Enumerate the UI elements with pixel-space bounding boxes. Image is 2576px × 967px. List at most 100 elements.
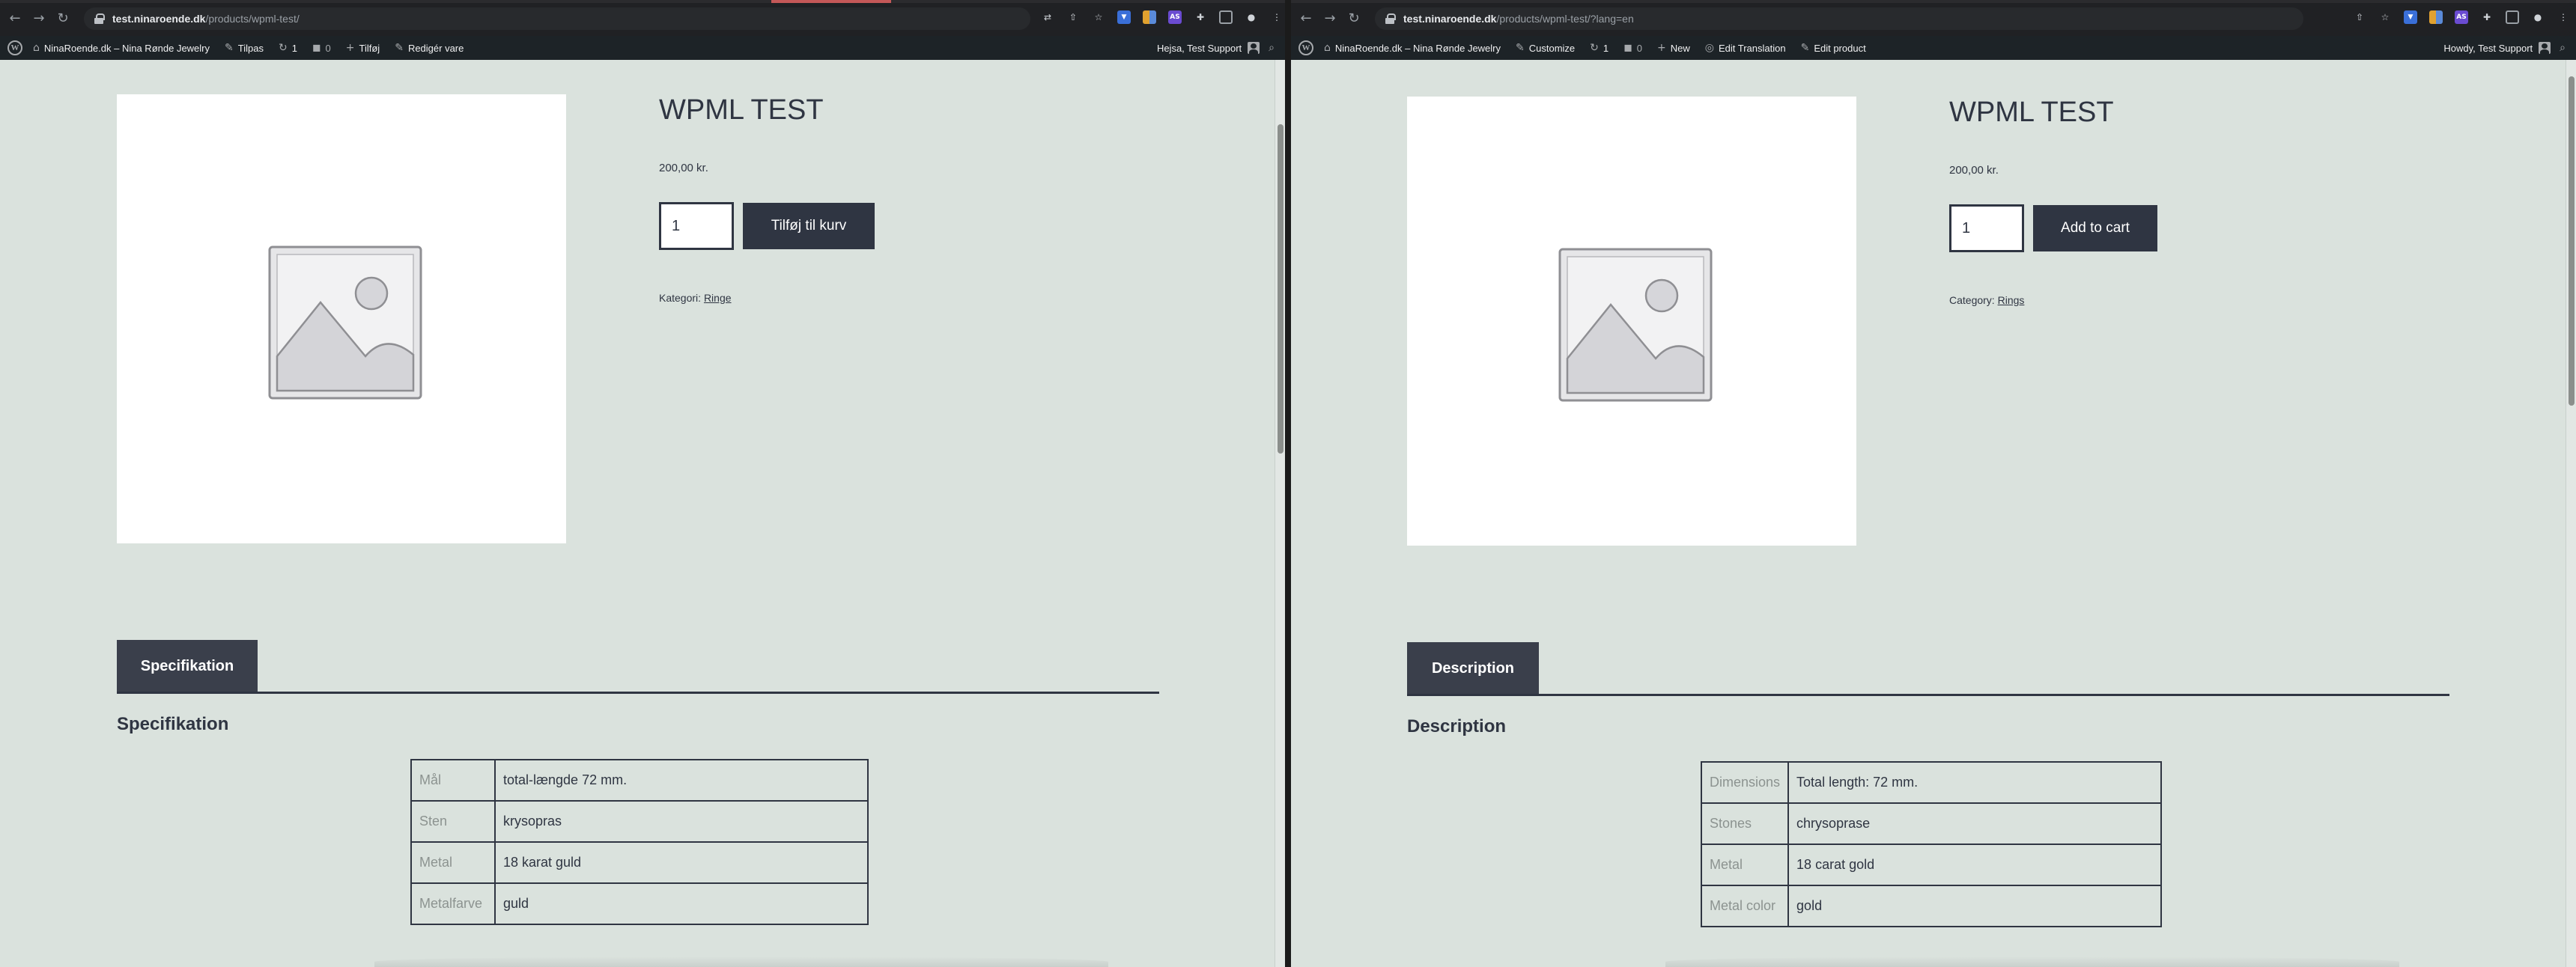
product-price: 200,00 kr. [1949,164,1999,177]
spec-table: Dimensions Total length: 72 mm. Stones chry… [1700,761,2163,927]
split-divider[interactable] [1285,0,1291,967]
forward-icon[interactable]: → [1321,9,1339,27]
updates-count: 1 [291,42,297,54]
spec-key: Sten [410,800,496,843]
product-page: WPML TEST 200,00 kr. Tilføj til kurv Kat… [0,60,1285,967]
share-icon[interactable]: ⇧ [1066,10,1080,24]
translate-icon[interactable]: ⇄ [1041,10,1054,24]
address-bar[interactable]: test.ninaroende.dk /products/wpml-test/?… [1375,7,2303,30]
extensions-puzzle-icon[interactable]: ✚ [2480,10,2494,24]
lock-icon [1385,13,1396,24]
admin-comments[interactable]: ◼ 0 [305,36,338,60]
customize-label: Tilpas [237,42,264,54]
add-to-cart-button[interactable]: Tilføj til kurv [743,203,875,249]
comment-bubble-icon: ◼ [312,42,321,54]
avatar [1248,42,1260,54]
category-link[interactable]: Ringe [704,292,732,304]
admin-customize[interactable]: ✎ Tilpas [217,36,271,60]
spec-key: Metal color [1700,885,1790,927]
admin-updates[interactable]: ↻ 1 [271,36,305,60]
bookmark-star-icon[interactable]: ☆ [2378,10,2392,24]
wp-admin-bar: W ⌂ NinaRoende.dk – Nina Rønde Jewelry ✎ T… [0,36,1285,60]
admin-customize[interactable]: ✎ Customize [1508,36,1582,60]
bookmark-star-icon[interactable]: ☆ [1092,10,1105,24]
spec-row: Sten krysopras [410,800,869,843]
translate-icon: ◎ [1704,42,1714,54]
tab-specification[interactable]: Specifikation [117,640,258,692]
brush-icon: ✎ [225,42,234,54]
comments-count: 0 [1636,42,1642,54]
section-heading: Description [1407,716,1507,736]
admin-new[interactable]: + Tilføj [338,36,387,60]
category-link[interactable]: Rings [1998,294,2025,306]
profile-icon[interactable]: ● [2531,10,2545,24]
wordpress-logo-icon[interactable]: W [7,40,22,55]
kebab-menu-icon[interactable]: ⋮ [2557,10,2570,24]
greeting: Howdy, Test Support [2443,42,2533,54]
spec-key: Dimensions [1700,761,1790,804]
extension-multi-icon[interactable] [1143,10,1156,24]
admin-new[interactable]: + New [1650,36,1698,60]
spec-key: Stones [1700,802,1790,845]
reload-icon[interactable]: ↻ [1345,9,1363,27]
product-page: WPML TEST 200,00 kr. Add to cart Categor… [1291,60,2576,967]
tab-description[interactable]: Description [1407,642,1539,695]
url-host: test.ninaroende.dk [112,13,206,25]
admin-edit[interactable]: ✎ Edit product [1793,36,1874,60]
admin-comments[interactable]: ◼ 0 [1616,36,1650,60]
product-image[interactable] [1407,97,1856,546]
category-label: Category: [1949,294,1995,306]
extension-multi-icon[interactable] [2429,10,2443,24]
tab-strip [1291,0,2576,3]
add-to-cart-button[interactable]: Add to cart [2033,205,2157,251]
refresh-icon: ↻ [278,42,288,54]
extension-as-icon[interactable]: AS [2455,10,2468,24]
spec-row: Mål total-længde 72 mm. [410,759,869,802]
section-heading: Specifikation [117,714,229,734]
extension-shield-icon[interactable]: ▼ [2404,10,2417,24]
edit-label: Edit product [1814,42,1866,54]
home-icon: ⌂ [1324,42,1331,54]
sidepanel-icon[interactable] [2506,10,2519,24]
page-scrollbar[interactable] [2566,60,2576,967]
forward-icon[interactable]: → [30,9,48,27]
tab-strip [0,0,1285,3]
scroll-fade [1665,957,2399,967]
extensions-puzzle-icon[interactable]: ✚ [1194,10,1207,24]
address-bar[interactable]: test.ninaroende.dk /products/wpml-test/ [84,7,1030,30]
new-label: New [1670,42,1690,54]
lock-icon [94,13,105,24]
quantity-input[interactable] [659,202,734,250]
product-title: WPML TEST [659,94,824,126]
admin-site-name[interactable]: ⌂ NinaRoende.dk – Nina Rønde Jewelry [1316,36,1508,60]
edit-translation-label: Edit Translation [1718,42,1786,54]
extension-as-icon[interactable]: AS [1168,10,1182,24]
back-icon[interactable]: ← [1297,9,1315,27]
admin-updates[interactable]: ↻ 1 [1582,36,1616,60]
url-path: /products/wpml-test/?lang=en [1496,13,1634,25]
spec-row: Metal 18 carat gold [1700,844,2163,886]
admin-account[interactable]: Howdy, Test Support ⌕ [2443,36,2576,60]
page-scrollbar[interactable] [1275,60,1285,967]
extension-shield-icon[interactable]: ▼ [1117,10,1131,24]
admin-site-name[interactable]: ⌂ NinaRoende.dk – Nina Rønde Jewelry [25,36,217,60]
back-icon[interactable]: ← [6,9,24,27]
share-icon[interactable]: ⇧ [2353,10,2366,24]
sidepanel-icon[interactable] [1219,10,1233,24]
product-image[interactable] [117,94,566,543]
profile-icon[interactable]: ● [1245,10,1258,24]
category-label: Kategori: [659,292,702,304]
wp-admin-bar: W ⌂ NinaRoende.dk – Nina Rønde Jewelry ✎ C… [1291,36,2576,60]
admin-edit-translation[interactable]: ◎ Edit Translation [1698,36,1793,60]
spec-row: Metalfarve guld [410,882,869,925]
kebab-menu-icon[interactable]: ⋮ [1270,10,1284,24]
search-icon[interactable]: ⌕ [1260,42,1285,54]
search-icon[interactable]: ⌕ [2551,42,2576,54]
comment-bubble-icon: ◼ [1623,42,1632,54]
quantity-input[interactable] [1949,204,2024,252]
admin-account[interactable]: Hejsa, Test Support ⌕ [1157,36,1285,60]
wordpress-logo-icon[interactable]: W [1298,40,1313,55]
pencil-icon: ✎ [395,42,404,54]
reload-icon[interactable]: ↻ [54,9,72,27]
admin-edit[interactable]: ✎ Redigér vare [387,36,471,60]
